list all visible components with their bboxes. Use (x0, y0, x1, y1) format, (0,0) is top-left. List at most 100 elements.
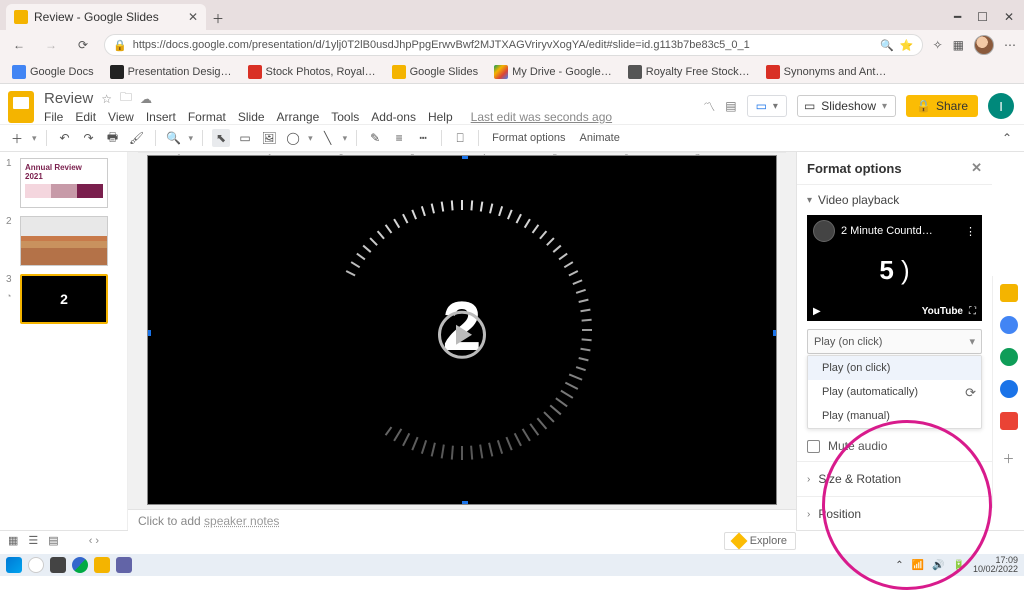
browser-menu-icon[interactable]: ⋯ (1004, 38, 1016, 52)
bookmark-item[interactable]: Synonyms and Ant… (760, 63, 893, 81)
doc-title[interactable]: Review (44, 90, 93, 107)
calendar-icon[interactable] (1000, 284, 1018, 302)
menu-view[interactable]: View (108, 110, 134, 124)
explore-button[interactable]: Explore (724, 532, 796, 550)
line-tool[interactable]: ╲ (319, 129, 337, 147)
grid2-icon[interactable]: ▤ (48, 534, 58, 547)
keep-icon[interactable] (1000, 316, 1018, 334)
mute-audio-row[interactable]: Mute audio (807, 439, 982, 453)
menu-format[interactable]: Format (188, 110, 226, 124)
account-avatar[interactable]: I (988, 93, 1014, 119)
redo-button[interactable]: ↷ (80, 129, 98, 147)
volume-icon[interactable]: 🔊 (932, 560, 944, 571)
back-button[interactable]: ← (8, 34, 30, 56)
activity-icon[interactable]: 〽 (703, 98, 715, 115)
close-tab-icon[interactable]: ✕ (188, 10, 198, 24)
new-tab-button[interactable]: ＋ (206, 6, 230, 30)
edge-icon[interactable] (72, 557, 88, 573)
grid-view-icon[interactable]: ▦ (8, 534, 18, 547)
speaker-notes[interactable]: Click to add speaker notes (128, 509, 796, 532)
crop-button[interactable]: ⎕ (451, 129, 469, 147)
edit-status[interactable]: Last edit was seconds ago (471, 110, 612, 124)
minimize-icon[interactable]: ━ (954, 10, 961, 24)
slideshow-button[interactable]: ▭ Slideshow ▾ (797, 95, 896, 117)
border-color-button[interactable]: ✎ (366, 129, 384, 147)
zoom-button[interactable]: 🔍 (165, 129, 183, 147)
select-tool[interactable]: ⬉ (212, 129, 230, 147)
clock[interactable]: 17:09 10/02/2022 (973, 556, 1018, 574)
add-addon-icon[interactable]: ＋ (1002, 450, 1014, 467)
play-option-onclick[interactable]: Play (on click) (808, 356, 981, 380)
explorer-icon[interactable] (94, 557, 110, 573)
reload-button[interactable]: ⟳ (72, 34, 94, 56)
bookmark-item[interactable]: Google Slides (386, 63, 485, 81)
maximize-icon[interactable]: ☐ (977, 10, 988, 24)
bookmark-item[interactable]: Google Docs (6, 63, 100, 81)
extensions-icon[interactable]: ✧ (933, 38, 943, 52)
teams-icon[interactable] (116, 557, 132, 573)
border-weight-button[interactable]: ≡ (390, 129, 408, 147)
image-tool[interactable]: 🖼 (260, 129, 278, 147)
menu-help[interactable]: Help (428, 110, 453, 124)
move-icon[interactable]: 🗀 (120, 88, 132, 109)
url-input[interactable]: 🔒 https://docs.google.com/presentation/d… (104, 34, 923, 56)
play-overlay-icon[interactable] (438, 311, 486, 359)
wifi-icon[interactable]: 📶 (912, 560, 924, 571)
menu-slide[interactable]: Slide (238, 110, 265, 124)
taskview-icon[interactable] (50, 557, 66, 573)
forward-button[interactable]: → (40, 34, 62, 56)
video-preview[interactable]: 2 Minute Countd…⋮ 5 ) ▶ YouTube⛶ (807, 215, 982, 321)
maps-icon[interactable] (1000, 412, 1018, 430)
browser-tab[interactable]: Review - Google Slides ✕ (6, 4, 206, 30)
comments-icon[interactable]: ▤ (725, 99, 736, 113)
share-button[interactable]: 🔒Share (906, 95, 978, 117)
search-page-icon[interactable]: 🔍 (880, 39, 894, 52)
slide-thumb-1[interactable]: Annual Review 2021 (20, 158, 108, 208)
start-icon[interactable] (6, 557, 22, 573)
profile-avatar[interactable] (974, 35, 994, 55)
search-icon[interactable] (28, 557, 44, 573)
tray-chevron-icon[interactable]: ⌃ (895, 560, 903, 571)
new-slide-button[interactable]: ＋ (8, 129, 26, 147)
play-mode-select[interactable]: Play (on click) ▾ (807, 329, 982, 354)
filmstrip[interactable]: 1 Annual Review 2021 2 3◔ 2 (0, 152, 128, 530)
menu-insert[interactable]: Insert (146, 110, 176, 124)
menu-file[interactable]: File (44, 110, 63, 124)
tasks-icon[interactable] (1000, 348, 1018, 366)
play-option-manual[interactable]: Play (manual) (808, 404, 981, 428)
close-panel-icon[interactable]: ✕ (971, 160, 982, 176)
format-options-button[interactable]: Format options (488, 130, 569, 146)
collapse-toolbar-icon[interactable]: ⌃ (998, 129, 1016, 147)
present-mode-button[interactable]: ▭▾ (747, 95, 787, 117)
animate-button[interactable]: Animate (576, 130, 624, 146)
textbox-tool[interactable]: ▭ (236, 129, 254, 147)
menu-arrange[interactable]: Arrange (277, 110, 320, 124)
slide-thumb-3[interactable]: 2 (20, 274, 108, 324)
star-icon[interactable]: ☆ (101, 92, 112, 106)
video-playback-section[interactable]: ▾Video playback (807, 193, 982, 207)
size-rotation-section[interactable]: ›Size & Rotation (797, 461, 992, 496)
play-option-auto[interactable]: Play (automatically) (808, 380, 981, 404)
slide-canvas[interactable]: 2 (147, 155, 777, 505)
print-button[interactable]: 🖶 (104, 129, 122, 147)
bookmark-item[interactable]: My Drive - Google… (488, 63, 618, 81)
play-icon[interactable]: ▶ (813, 306, 821, 317)
close-window-icon[interactable]: ✕ (1004, 10, 1014, 24)
undo-button[interactable]: ↶ (56, 129, 74, 147)
slides-logo-icon[interactable] (8, 91, 34, 123)
battery-icon[interactable]: 🔋 (953, 560, 965, 571)
border-dash-button[interactable]: ┅ (414, 129, 432, 147)
position-section[interactable]: ›Position (797, 496, 992, 531)
filmstrip-view-icon[interactable]: ☰ (28, 534, 38, 547)
bookmark-item[interactable]: Presentation Desig… (104, 63, 238, 81)
bookmark-item[interactable]: Stock Photos, Royal… (242, 63, 382, 81)
favorite-icon[interactable]: ⭐ (900, 39, 914, 52)
paint-format-button[interactable]: 🖌 (128, 129, 146, 147)
contacts-icon[interactable] (1000, 380, 1018, 398)
collections-icon[interactable]: ▦ (953, 38, 964, 52)
menu-edit[interactable]: Edit (75, 110, 96, 124)
cloud-status-icon[interactable]: ☁ (140, 92, 152, 106)
menu-addons[interactable]: Add-ons (371, 110, 416, 124)
mute-checkbox[interactable] (807, 440, 820, 453)
shape-tool[interactable]: ◯ (284, 129, 302, 147)
